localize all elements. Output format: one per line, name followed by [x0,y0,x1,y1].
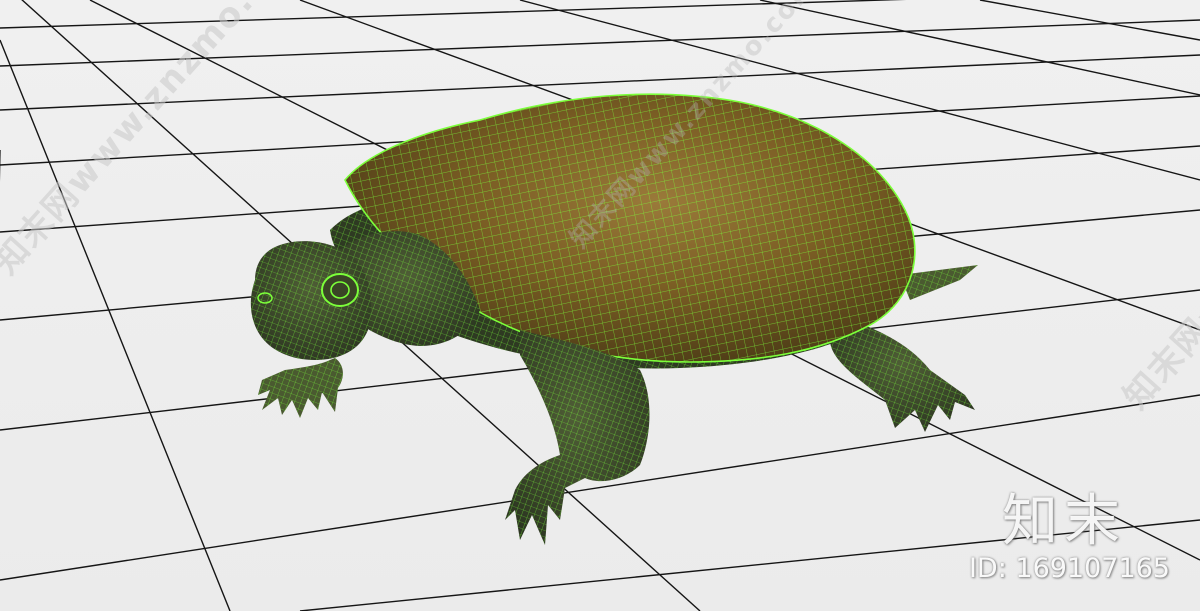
image-id-watermark: ID: 169107165 [968,553,1170,584]
brand-watermark: 知末 [1002,489,1126,554]
viewport: 知末网www.znzmo.com 知末网www.znzmo.com 知末网www… [0,0,1200,611]
turtle-model [250,93,978,545]
